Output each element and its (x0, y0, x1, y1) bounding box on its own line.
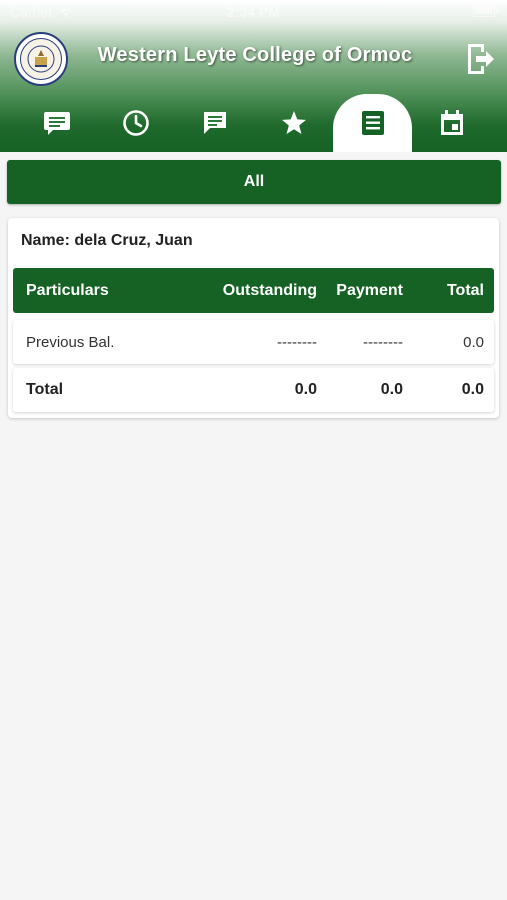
row-payment: -------- (363, 333, 403, 351)
status-time: 2:34 PM (227, 4, 280, 20)
tab-calendar[interactable] (412, 94, 491, 152)
announcements-icon (43, 112, 70, 135)
tab-grades[interactable] (254, 94, 333, 152)
battery-icon (473, 6, 498, 17)
tab-bar (17, 94, 491, 152)
totals-label: Total (26, 381, 64, 398)
filter-all-button[interactable]: All (7, 160, 501, 204)
tab-messages[interactable] (175, 94, 254, 152)
app-title: Western Leyte College of Ormoc (97, 44, 413, 66)
receipt-icon (361, 111, 384, 135)
totals-outstanding: 0.0 (294, 381, 317, 398)
tab-schedule[interactable] (96, 94, 175, 152)
header-particulars: Particulars (26, 281, 109, 299)
status-bar: Carrier 2:34 PM (0, 0, 507, 26)
header-outstanding: Outstanding (222, 281, 317, 299)
table-row: Previous Bal. -------- -------- 0.0 (13, 320, 494, 364)
calendar-icon (440, 110, 463, 135)
app-header: Carrier 2:34 PM Western Leyte College of… (0, 0, 507, 152)
totals-row: Total 0.0 0.0 0.0 (13, 368, 494, 412)
tab-account[interactable] (333, 94, 412, 152)
seal-icon (20, 38, 62, 80)
row-particulars: Previous Bal. (26, 333, 115, 351)
student-name: Name: dela Cruz, Juan (21, 232, 193, 249)
row-total: 0.0 (463, 333, 484, 351)
clock-icon (122, 110, 149, 136)
star-icon (281, 111, 306, 134)
message-icon (203, 112, 226, 134)
row-outstanding: -------- (277, 333, 317, 351)
tab-announcements[interactable] (17, 94, 96, 152)
college-logo (14, 32, 68, 86)
logout-button[interactable] (462, 40, 498, 78)
header-payment: Payment (336, 281, 403, 299)
totals-total: 0.0 (461, 381, 484, 398)
totals-payment: 0.0 (380, 381, 403, 398)
logout-icon (468, 44, 494, 74)
header-total: Total (446, 281, 484, 299)
account-card: Name: dela Cruz, Juan Particulars Outsta… (8, 218, 499, 418)
table-header: Particulars Outstanding Payment Total (13, 268, 494, 313)
